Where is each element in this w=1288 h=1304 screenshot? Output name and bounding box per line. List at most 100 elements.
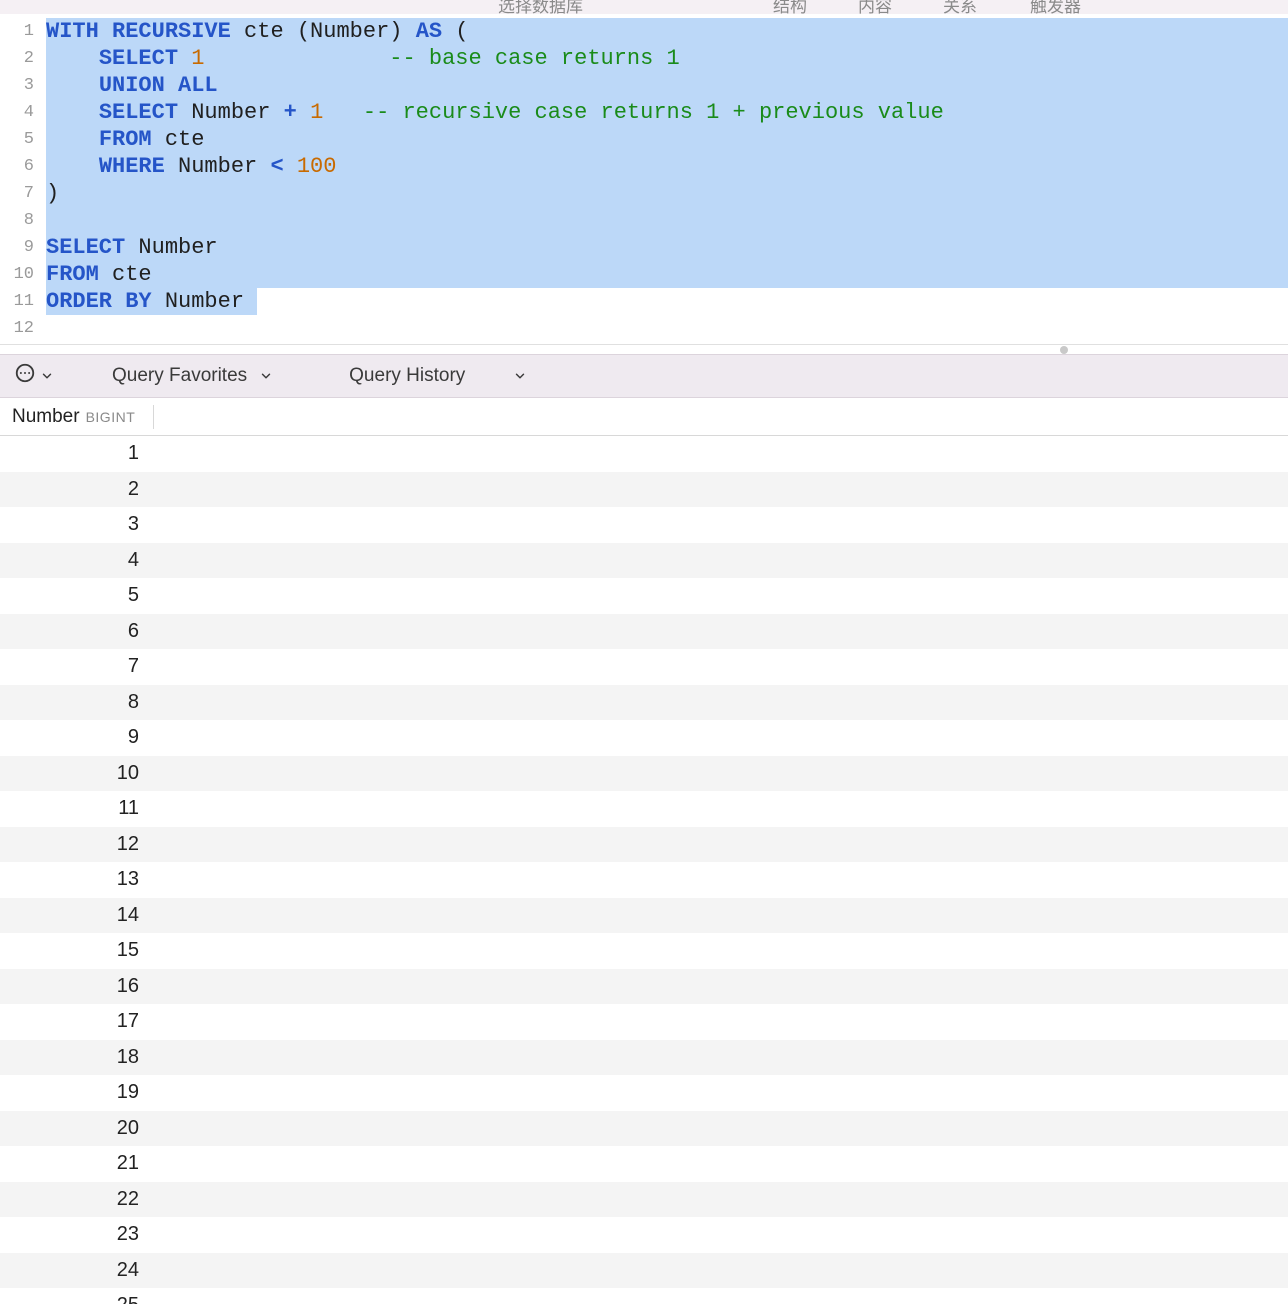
query-history-label: Query History <box>349 365 465 387</box>
table-row[interactable]: 25 <box>0 1288 1288 1304</box>
code-line[interactable]: ORDER BY Number <box>46 288 1288 315</box>
cell-number: 2 <box>0 478 145 501</box>
line-number: 9 <box>0 234 34 261</box>
editor-results-divider[interactable] <box>0 344 1288 354</box>
cell-number: 6 <box>0 620 145 643</box>
table-row[interactable]: 24 <box>0 1253 1288 1289</box>
ellipsis-icon <box>14 362 36 390</box>
line-number: 6 <box>0 153 34 180</box>
tab-triggers[interactable]: 触发器 <box>1030 0 1081 14</box>
cell-number: 8 <box>0 691 145 714</box>
cell-number: 19 <box>0 1081 145 1104</box>
table-row[interactable]: 16 <box>0 969 1288 1005</box>
table-row[interactable]: 2 <box>0 472 1288 508</box>
line-number: 12 <box>0 315 34 342</box>
cell-number: 12 <box>0 833 145 856</box>
line-number: 10 <box>0 261 34 288</box>
table-row[interactable]: 13 <box>0 862 1288 898</box>
line-number: 3 <box>0 72 34 99</box>
code-line[interactable]: WITH RECURSIVE cte (Number) AS ( <box>46 18 1288 45</box>
chevron-down-icon <box>513 369 527 383</box>
cell-number: 7 <box>0 655 145 678</box>
cell-number: 9 <box>0 726 145 749</box>
line-number: 2 <box>0 45 34 72</box>
cell-number: 1 <box>0 442 145 465</box>
window-tabstrip: 选择数据库 结构 内容 关系 触发器 <box>0 0 1288 14</box>
code-line[interactable]: FROM cte <box>46 126 1288 153</box>
tab-relations[interactable]: 关系 <box>943 0 977 14</box>
cell-number: 22 <box>0 1188 145 1211</box>
table-row[interactable]: 18 <box>0 1040 1288 1076</box>
cell-number: 13 <box>0 868 145 891</box>
table-row[interactable]: 19 <box>0 1075 1288 1111</box>
cell-number: 15 <box>0 939 145 962</box>
table-row[interactable]: 15 <box>0 933 1288 969</box>
table-row[interactable]: 10 <box>0 756 1288 792</box>
table-row[interactable]: 11 <box>0 791 1288 827</box>
cell-number: 17 <box>0 1010 145 1033</box>
cell-number: 20 <box>0 1117 145 1140</box>
column-type: BIGINT <box>86 409 136 425</box>
table-row[interactable]: 3 <box>0 507 1288 543</box>
cell-number: 5 <box>0 584 145 607</box>
table-row[interactable]: 14 <box>0 898 1288 934</box>
table-row[interactable]: 12 <box>0 827 1288 863</box>
line-number: 1 <box>0 18 34 45</box>
cell-number: 10 <box>0 762 145 785</box>
table-row[interactable]: 9 <box>0 720 1288 756</box>
table-row[interactable]: 22 <box>0 1182 1288 1218</box>
code-line[interactable]: SELECT Number + 1 -- recursive case retu… <box>46 99 1288 126</box>
cell-number: 14 <box>0 904 145 927</box>
line-number: 5 <box>0 126 34 153</box>
table-row[interactable]: 7 <box>0 649 1288 685</box>
line-number: 7 <box>0 180 34 207</box>
code-line[interactable]: ) <box>46 180 1288 207</box>
code-line[interactable]: UNION ALL <box>46 72 1288 99</box>
tab-content[interactable]: 内容 <box>858 0 892 14</box>
table-row[interactable]: 1 <box>0 436 1288 472</box>
cell-number: 21 <box>0 1152 145 1175</box>
line-number: 8 <box>0 207 34 234</box>
query-favorites-dropdown[interactable]: Query Favorites <box>106 365 279 387</box>
tab-structure[interactable]: 结构 <box>773 0 807 14</box>
tab-select-database[interactable]: 选择数据库 <box>498 0 583 14</box>
code-line[interactable]: SELECT Number <box>46 234 1288 261</box>
cell-number: 25 <box>0 1294 145 1304</box>
table-row[interactable]: 23 <box>0 1217 1288 1253</box>
table-row[interactable]: 8 <box>0 685 1288 721</box>
cell-number: 18 <box>0 1046 145 1069</box>
drag-handle-dot[interactable] <box>1060 346 1068 354</box>
chevron-down-icon <box>40 369 54 383</box>
results-column-header[interactable]: Number BIGINT <box>0 398 1288 436</box>
results-grid[interactable]: 1234567891011121314151617181920212223242… <box>0 436 1288 1304</box>
cell-number: 23 <box>0 1223 145 1246</box>
sql-editor[interactable]: 123456789101112 WITH RECURSIVE cte (Numb… <box>0 14 1288 344</box>
cell-number: 4 <box>0 549 145 572</box>
line-number: 11 <box>0 288 34 315</box>
cell-number: 3 <box>0 513 145 536</box>
line-number: 4 <box>0 99 34 126</box>
table-row[interactable]: 20 <box>0 1111 1288 1147</box>
code-line[interactable]: SELECT 1 -- base case returns 1 <box>46 45 1288 72</box>
column-resize-handle[interactable] <box>153 405 154 429</box>
cell-number: 24 <box>0 1259 145 1282</box>
query-actions-menu[interactable] <box>14 362 54 390</box>
chevron-down-icon <box>259 369 273 383</box>
code-line[interactable]: FROM cte <box>46 261 1288 288</box>
code-line[interactable] <box>46 207 1288 234</box>
code-line[interactable] <box>46 315 1288 342</box>
table-row[interactable]: 6 <box>0 614 1288 650</box>
query-history-dropdown[interactable]: Query History <box>343 365 533 387</box>
table-row[interactable]: 5 <box>0 578 1288 614</box>
editor-gutter: 123456789101112 <box>0 14 40 344</box>
table-row[interactable]: 17 <box>0 1004 1288 1040</box>
editor-code-area[interactable]: WITH RECURSIVE cte (Number) AS ( SELECT … <box>40 14 1288 344</box>
query-toolbar: Query Favorites Query History <box>0 354 1288 398</box>
cell-number: 11 <box>0 797 145 820</box>
table-row[interactable]: 4 <box>0 543 1288 579</box>
column-name: Number <box>12 406 80 428</box>
cell-number: 16 <box>0 975 145 998</box>
table-row[interactable]: 21 <box>0 1146 1288 1182</box>
code-line[interactable]: WHERE Number < 100 <box>46 153 1288 180</box>
query-favorites-label: Query Favorites <box>112 365 247 387</box>
